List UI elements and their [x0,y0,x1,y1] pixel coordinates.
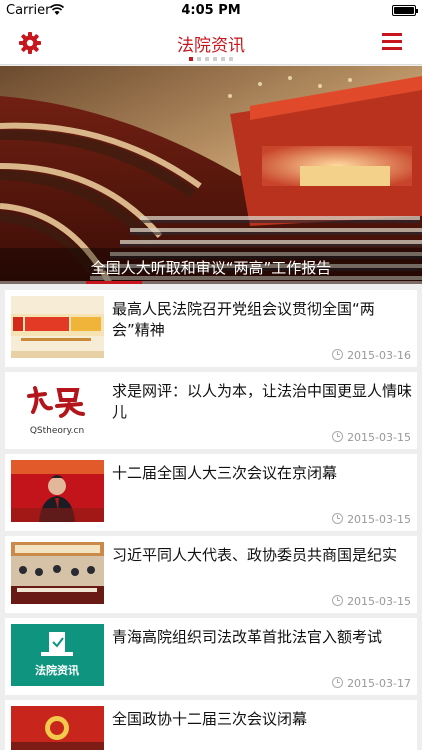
news-date: 2015-03-15 [347,595,411,608]
clock-time: 4:05 PM [181,3,241,18]
page-dot[interactable] [189,57,193,61]
list-item[interactable]: 法院资讯 青海高院组织司法改革首批法官入额考试 2015-03-17 [5,618,417,695]
court-news-logo-thumb: 法院资讯 [11,624,104,686]
clock-icon [332,431,344,442]
qstheory-logo-thumb: QStheory.cn [11,378,104,440]
news-date: 2015-03-17 [347,677,411,690]
list-item[interactable]: 最高人民法院召开党组会议贯彻全国“两会”精神 2015-03-16 [5,290,417,367]
speaker-photo-thumb [11,460,104,522]
news-date: 2015-03-16 [347,349,411,362]
list-item[interactable]: 全国政协十二届三次会议闭幕 [5,700,417,750]
page-dot[interactable] [197,57,201,61]
news-title: 青海高院组织司法改革首批法官入额考试 [112,628,383,646]
hero-progress [0,281,422,284]
news-date: 2015-03-15 [347,431,411,444]
page-dot[interactable] [205,57,209,61]
news-title: 十二届全国人大三次会议在京闭幕 [112,464,338,482]
status-bar: Carrier 4:05 PM [0,0,422,22]
page-indicator [0,57,422,61]
clock-icon [332,677,344,688]
news-date-wrap: 2015-03-15 [332,595,411,608]
court-news-thumb-text: 法院资讯 [35,663,79,677]
meeting-photo-thumb [11,542,104,604]
clock-icon [332,595,344,606]
hero-banner[interactable]: 全国人大听取和审议“两高”工作报告 [0,66,422,284]
hero-caption: 全国人大听取和审议“两高”工作报告 [90,259,332,277]
news-title: 求是网评：以人为本，让法治中国更显人情味儿 [112,382,413,421]
cppcc-photo-thumb [11,706,104,750]
page-dot[interactable] [229,57,233,61]
list-item[interactable]: 十二届全国人大三次会议在京闭幕 2015-03-15 [5,454,417,531]
news-date-wrap: 2015-03-16 [332,349,411,362]
news-date-wrap: 2015-03-15 [332,431,411,444]
news-title: 最高人民法院召开党组会议贯彻全国“两会”精神 [112,300,375,339]
news-date-wrap: 2015-03-17 [332,677,411,690]
clock-icon [332,349,344,360]
hero-progress-fill [86,281,142,284]
clock-icon [332,513,344,524]
list-item[interactable]: 习近平同人大代表、政协委员共商国是纪实 2015-03-15 [5,536,417,613]
page-dot[interactable] [221,57,225,61]
battery-icon [392,5,418,16]
court-banner-thumb [11,296,104,358]
list-item[interactable]: QStheory.cn 求是网评：以人为本，让法治中国更显人情味儿 2015-0… [5,372,417,449]
news-title: 习近平同人大代表、政协委员共商国是纪实 [112,546,398,564]
menu-icon[interactable] [382,33,402,51]
news-date: 2015-03-15 [347,513,411,526]
page-title: 法院资讯 [177,36,245,56]
news-title: 全国政协十二届三次会议闭幕 [112,710,308,728]
qstheory-thumb-text: QStheory.cn [30,426,84,436]
page-dot[interactable] [213,57,217,61]
news-date-wrap: 2015-03-15 [332,513,411,526]
nav-bar: 法院资讯 [0,22,422,65]
